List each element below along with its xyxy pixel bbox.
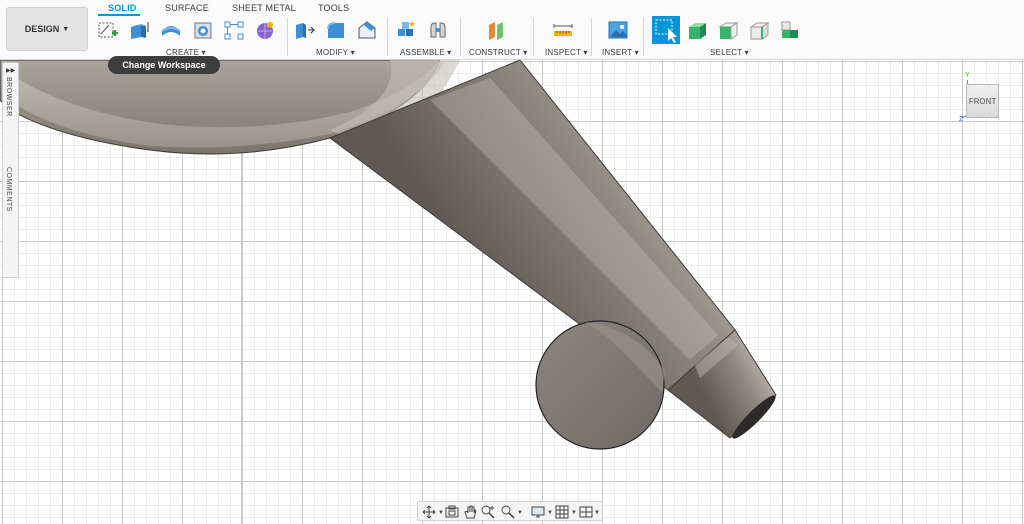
group-assemble-label[interactable]: ASSEMBLE ▾ [400,48,451,57]
tab-surface[interactable]: SURFACE [165,3,209,13]
hole-icon[interactable] [192,19,214,41]
zoom-icon[interactable] [480,504,496,520]
group-inspect-label[interactable]: INSPECT ▾ [545,48,588,57]
group-modify-label[interactable]: MODIFY ▾ [316,48,355,57]
z-axis-label: Z [959,116,964,123]
side-panel: ▶▶ BROWSER COMMENTS [2,62,19,278]
viewcube-front-face[interactable]: FRONT [966,84,999,118]
pan-icon[interactable] [462,504,478,520]
press-pull-icon[interactable] [293,19,315,41]
orbit-icon[interactable] [421,504,437,520]
tab-sheet-metal[interactable]: SHEET METAL [232,3,296,13]
new-component-icon[interactable] [395,19,417,41]
end-circle [535,320,665,450]
extrude-icon[interactable] [128,19,150,41]
chamfer-icon[interactable] [356,19,378,41]
select-body-icon[interactable] [686,19,708,41]
navigation-bar: ▼ ▼ ▼ ▼ ▼ [417,501,603,521]
viewcube[interactable]: Y Z FRONT [956,72,1006,128]
display-settings-icon[interactable] [530,504,546,520]
workspace-label: DESIGN [24,24,60,34]
active-tab-indicator [98,14,140,16]
separator [460,18,461,56]
group-select-label[interactable]: SELECT ▾ [710,48,749,57]
caret-down-icon: ▼ [62,25,70,33]
viewports-icon[interactable] [578,504,594,520]
tab-solid[interactable]: SOLID [108,3,137,13]
separator [533,18,534,56]
tab-tools[interactable]: TOOLS [318,3,349,13]
select-component-icon[interactable] [779,19,801,41]
browser-tab[interactable]: BROWSER [5,77,12,117]
offset-plane-icon[interactable] [485,19,507,41]
3d-model[interactable] [0,0,1024,524]
workspace-switcher-button[interactable]: DESIGN ▼ [6,7,88,51]
separator [591,18,592,56]
insert-image-icon[interactable] [607,19,629,41]
change-workspace-tooltip: Change Workspace [108,56,220,74]
revolve-icon[interactable] [160,19,182,41]
group-insert-label[interactable]: INSERT ▾ [602,48,639,57]
pattern-icon[interactable] [223,19,245,41]
separator [287,18,288,56]
look-at-icon[interactable] [444,504,460,520]
separator [643,18,644,56]
expand-icon[interactable]: ▶▶ [6,67,15,74]
caret-down-icon[interactable]: ▼ [517,510,523,516]
create-sketch-icon[interactable] [97,19,119,41]
y-axis-label: Y [965,72,970,79]
measure-icon[interactable] [552,19,574,41]
fillet-icon[interactable] [325,19,347,41]
select-edge-icon[interactable] [748,19,770,41]
select-face-icon[interactable] [717,19,739,41]
caret-down-icon[interactable]: ▼ [594,510,600,516]
form-icon[interactable] [254,19,276,41]
fit-zoom-icon[interactable] [500,504,516,520]
group-construct-label[interactable]: CONSTRUCT ▾ [469,48,528,57]
select-box-icon[interactable] [652,16,680,44]
caret-down-icon[interactable]: ▼ [547,510,553,516]
caret-down-icon[interactable]: ▼ [571,510,577,516]
grid-settings-icon[interactable] [554,504,570,520]
ribbon-toolbar: DESIGN ▼ SOLID SURFACE SHEET METAL TOOLS [0,0,1024,60]
joint-icon[interactable] [427,19,449,41]
comments-tab[interactable]: COMMENTS [5,167,12,212]
separator [387,18,388,56]
